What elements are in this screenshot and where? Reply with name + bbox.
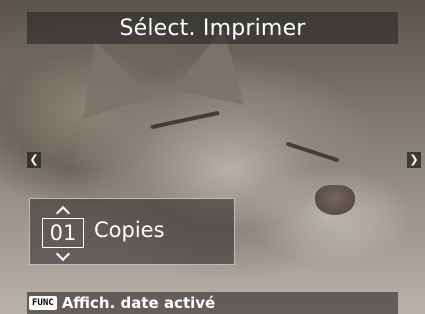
- bottom-hint-bar: FUNC Affich. date activé: [27, 292, 398, 314]
- next-image-button[interactable]: ❯: [407, 152, 421, 168]
- chevron-right-icon: ❯: [409, 153, 419, 166]
- camera-preview-screen: Sélect. Imprimer ❮ ❯ 01 Copies FUNC Affi…: [0, 0, 425, 314]
- page-title: Sélect. Imprimer: [119, 15, 306, 41]
- photo-cat-eye-right: [285, 141, 340, 163]
- photo-cat-nose: [315, 185, 355, 215]
- chevron-down-icon: [55, 246, 71, 262]
- previous-image-button[interactable]: ❮: [27, 152, 41, 168]
- copies-stepper[interactable]: 01: [42, 205, 84, 262]
- copies-value[interactable]: 01: [42, 218, 84, 248]
- copies-decrease-button[interactable]: [42, 246, 84, 262]
- copies-label: Copies: [94, 218, 165, 242]
- date-display-hint: Affich. date activé: [61, 294, 216, 312]
- photo-cat-eye-left: [150, 110, 220, 130]
- copies-increase-button[interactable]: [42, 205, 84, 221]
- func-button-icon: FUNC: [29, 296, 57, 310]
- chevron-left-icon: ❮: [29, 153, 39, 166]
- title-bar: Sélect. Imprimer: [27, 12, 398, 44]
- copies-panel: 01 Copies: [29, 198, 235, 265]
